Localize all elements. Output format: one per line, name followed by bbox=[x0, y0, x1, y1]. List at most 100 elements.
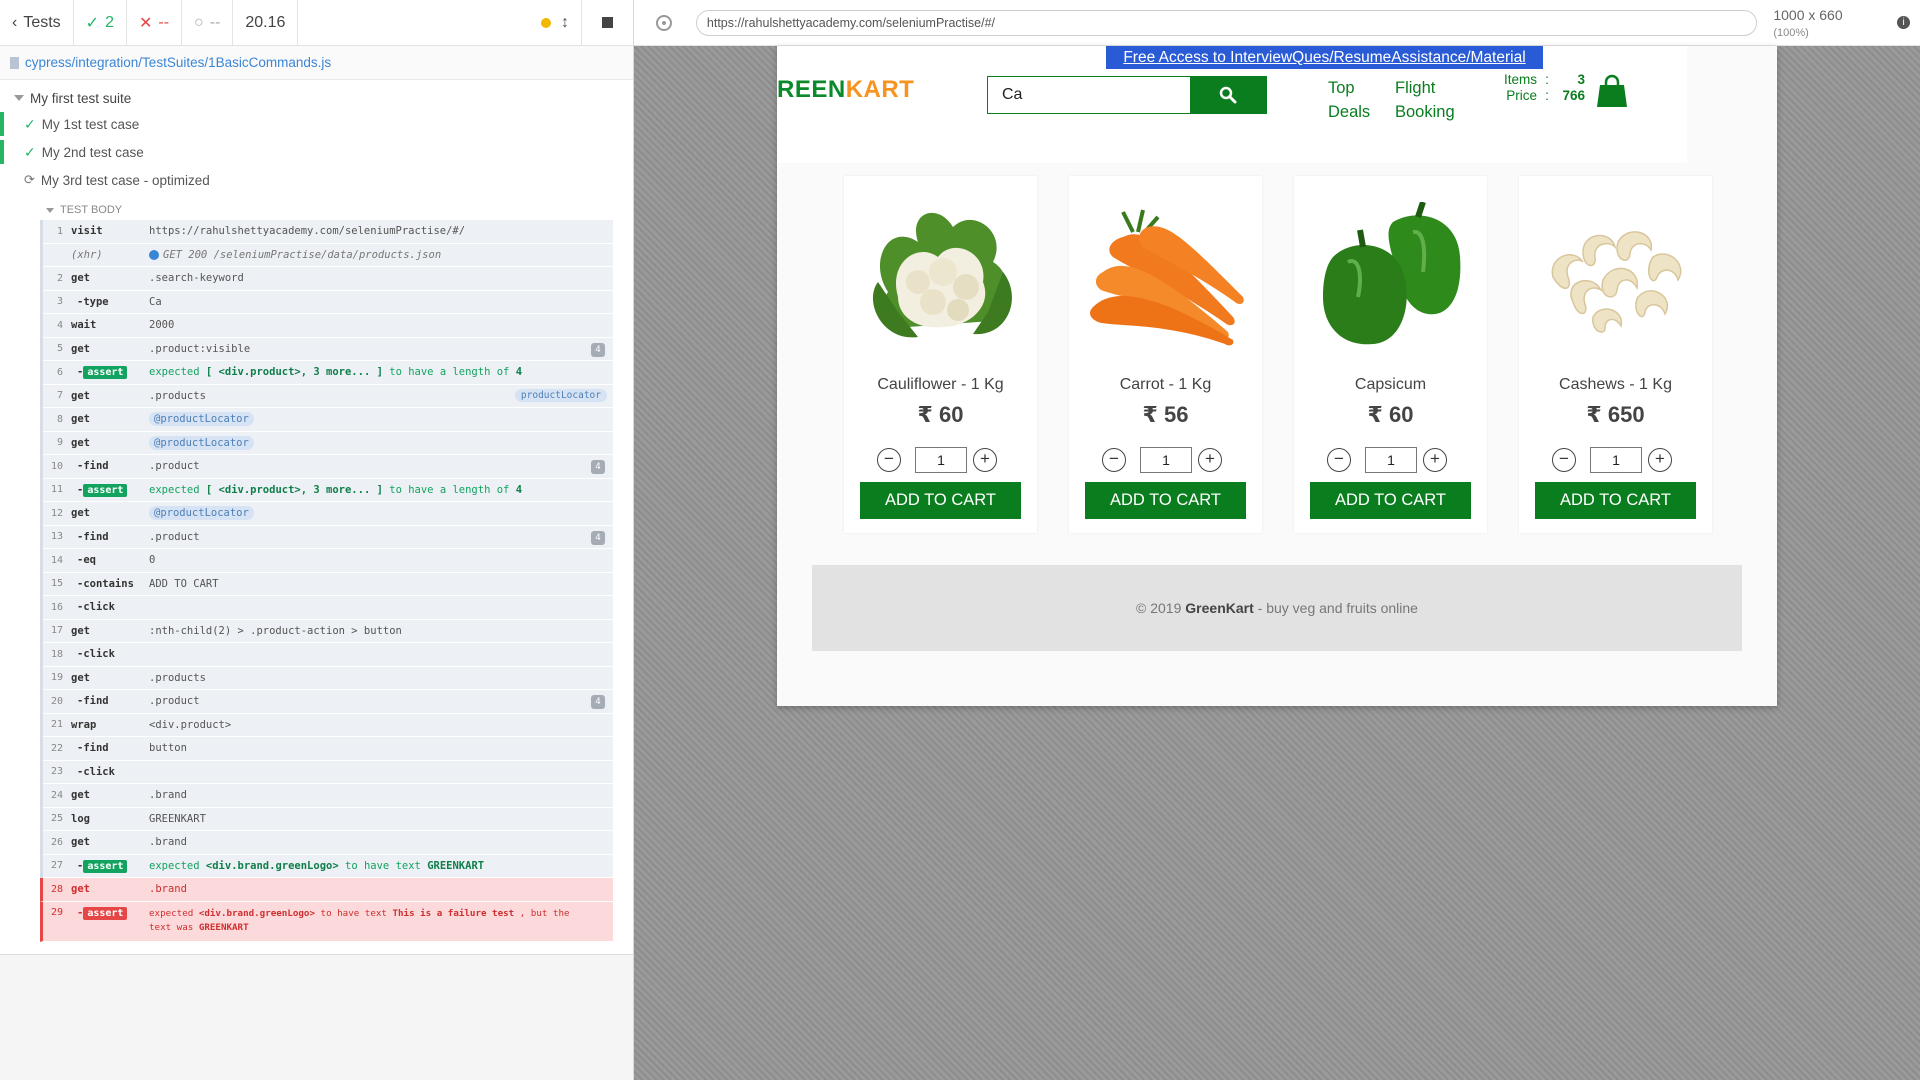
test-item[interactable]: ✓ My 1st test case bbox=[0, 110, 633, 138]
increment-button[interactable]: + bbox=[1198, 448, 1222, 472]
product-card: Capsicum ₹ 60 − 1 + ADD TO CART bbox=[1294, 176, 1487, 533]
product-card: Cashews - 1 Kg ₹ 650 − 1 + ADD TO CART bbox=[1519, 176, 1712, 533]
command-row[interactable]: 12 get @productLocator bbox=[43, 502, 613, 526]
increment-button[interactable]: + bbox=[973, 448, 997, 472]
search-button[interactable] bbox=[1190, 76, 1267, 114]
command-row[interactable]: 25 log GREENKART bbox=[43, 807, 613, 831]
command-row[interactable]: 23 -click bbox=[43, 760, 613, 784]
test-item[interactable]: ✓ My 2nd test case bbox=[0, 138, 633, 166]
test-body-header[interactable]: TEST BODY bbox=[40, 200, 613, 220]
cart-bag-icon[interactable] bbox=[1595, 74, 1629, 113]
assert-el: [ <div.product>, 3 more... ] bbox=[205, 483, 383, 496]
command-row[interactable]: 28 get .brand bbox=[40, 878, 613, 902]
command-message: .brand bbox=[149, 836, 187, 849]
increment-button[interactable]: + bbox=[1648, 448, 1672, 472]
selector-playground-icon[interactable] bbox=[656, 14, 672, 31]
quantity-input[interactable]: 1 bbox=[1140, 447, 1192, 473]
stop-button[interactable] bbox=[581, 0, 633, 45]
carrot-image bbox=[1090, 209, 1244, 346]
quantity-input[interactable]: 1 bbox=[1590, 447, 1642, 473]
command-message: expected [ <div.product>, 3 more... ] to… bbox=[149, 366, 613, 378]
top-deals-link[interactable]: Top Deals bbox=[1328, 76, 1370, 124]
command-row[interactable]: 29 - assert expected <div.brand.greenLogo> … bbox=[40, 901, 613, 942]
info-icon[interactable]: i bbox=[1897, 16, 1910, 29]
command-row[interactable]: 14 -eq 0 bbox=[43, 549, 613, 573]
chevron-left-icon: ‹ bbox=[12, 13, 18, 31]
command-name: get bbox=[71, 507, 90, 520]
command-row[interactable]: 10 -find .product 4 bbox=[43, 455, 613, 479]
command-row[interactable]: 1 visit https://rahulshettyacademy.com/sel… bbox=[43, 220, 613, 244]
command-number: 15 bbox=[50, 578, 63, 590]
search-input[interactable]: Ca bbox=[987, 76, 1191, 114]
product-name: Capsicum bbox=[1354, 376, 1427, 393]
command-row[interactable]: 6 - assert expected [ <div.product>, 3 more… bbox=[43, 361, 613, 385]
command-number: 26 bbox=[50, 836, 63, 848]
command-message: .search-keyword bbox=[149, 272, 244, 285]
command-row[interactable]: 7 get .products productLocator bbox=[43, 384, 613, 408]
command-message: .product bbox=[149, 460, 200, 473]
command-row[interactable]: 16 -click bbox=[43, 596, 613, 620]
back-label: Tests bbox=[23, 13, 61, 31]
command-message: .brand bbox=[149, 883, 187, 896]
assert-pre: expected bbox=[149, 907, 194, 919]
assert-el: <div.brand.greenLogo> bbox=[205, 859, 339, 872]
decrement-button[interactable]: − bbox=[877, 448, 901, 472]
decrement-button[interactable]: − bbox=[1327, 448, 1351, 472]
add-to-cart-button[interactable]: ADD TO CART bbox=[1535, 482, 1696, 519]
add-to-cart-button[interactable]: ADD TO CART bbox=[1085, 482, 1246, 519]
command-row[interactable]: 13 -find .product 4 bbox=[43, 525, 613, 549]
quantity-input[interactable]: 1 bbox=[1365, 447, 1417, 473]
assert-pre: expected bbox=[149, 366, 200, 379]
command-name: -click bbox=[77, 601, 115, 614]
command-row[interactable]: 17 get:nth-child(2) > .product-action > b… bbox=[43, 619, 613, 643]
product-card: Carrot - 1 Kg ₹ 56 − 1 + ADD TO CART bbox=[1069, 176, 1262, 533]
decrement-button[interactable]: − bbox=[1102, 448, 1126, 472]
command-message: expected [ <div.product>, 3 more... ] to… bbox=[149, 484, 613, 496]
add-to-cart-button[interactable]: ADD TO CART bbox=[860, 482, 1021, 519]
command-row[interactable]: 2 get .search-keyword bbox=[43, 267, 613, 291]
command-row[interactable]: 22 -find button bbox=[43, 737, 613, 761]
command-name: get bbox=[71, 836, 90, 849]
command-row[interactable]: 3 -type Ca bbox=[43, 290, 613, 314]
command-row[interactable]: (xhr) GET 200 /seleniumPractise/data/prod… bbox=[43, 243, 613, 267]
test-item-running[interactable]: ⟳ My 3rd test case - optimized bbox=[0, 166, 633, 194]
decrement-button[interactable]: − bbox=[1552, 448, 1576, 472]
promo-link[interactable]: Free Access to InterviewQues/ResumeAssis… bbox=[1106, 46, 1543, 69]
command-row[interactable]: 15 -contains ADD TO CART bbox=[43, 572, 613, 596]
command-row[interactable]: 19 get .products bbox=[43, 666, 613, 690]
stop-icon bbox=[602, 17, 613, 28]
command-number: 23 bbox=[50, 766, 63, 778]
command-row[interactable]: 18 -click bbox=[43, 643, 613, 667]
assert-pre: expected bbox=[149, 483, 200, 496]
product-price: ₹ 650 bbox=[1586, 402, 1645, 427]
add-to-cart-button[interactable]: ADD TO CART bbox=[1310, 482, 1471, 519]
command-name: log bbox=[71, 812, 90, 825]
flight-booking-link[interactable]: Flight Booking bbox=[1395, 76, 1455, 124]
command-number: 11 bbox=[50, 484, 63, 496]
running-indicator-icon bbox=[541, 17, 551, 28]
search-icon bbox=[1219, 86, 1237, 104]
increment-button[interactable]: + bbox=[1423, 448, 1447, 472]
command-row[interactable]: 27 - assert expected <div.brand.greenLogo> … bbox=[43, 854, 613, 878]
command-row[interactable]: 26 get .brand bbox=[43, 831, 613, 855]
auto-scroll-toggle-icon[interactable]: ↕ bbox=[561, 14, 569, 32]
spec-file-path[interactable]: cypress/integration/TestSuites/1BasicCom… bbox=[0, 46, 633, 80]
back-to-tests-button[interactable]: ‹ Tests bbox=[0, 0, 74, 45]
command-row[interactable]: 24 get .brand bbox=[43, 784, 613, 808]
command-name: wrap bbox=[71, 718, 97, 731]
command-number: 4 bbox=[56, 319, 63, 331]
command-row[interactable]: 11 - assert expected [ <div.product>, 3 mor… bbox=[43, 478, 613, 502]
command-row[interactable]: 20 -find .product 4 bbox=[43, 690, 613, 714]
product-name: Cauliflower - 1 Kg bbox=[877, 376, 1004, 393]
command-row[interactable]: 21 wrap <div.product> bbox=[43, 713, 613, 737]
command-row[interactable]: 5 get .product:visible 4 bbox=[43, 337, 613, 361]
product-card: Cauliflower - 1 Kg ₹ 60 − 1 + ADD TO CAR… bbox=[844, 176, 1037, 533]
suite-title[interactable]: My first test suite bbox=[0, 86, 633, 110]
command-row[interactable]: 8 get @productLocator bbox=[43, 408, 613, 432]
refresh-icon: ⟳ bbox=[24, 172, 35, 187]
product-price: ₹ 56 bbox=[1142, 402, 1189, 427]
url-field[interactable]: https://rahulshettyacademy.com/seleniumP… bbox=[695, 9, 1758, 36]
command-row[interactable]: 9 get @productLocator bbox=[43, 431, 613, 455]
command-row[interactable]: 4 wait 2000 bbox=[43, 314, 613, 338]
quantity-input[interactable]: 1 bbox=[915, 447, 967, 473]
